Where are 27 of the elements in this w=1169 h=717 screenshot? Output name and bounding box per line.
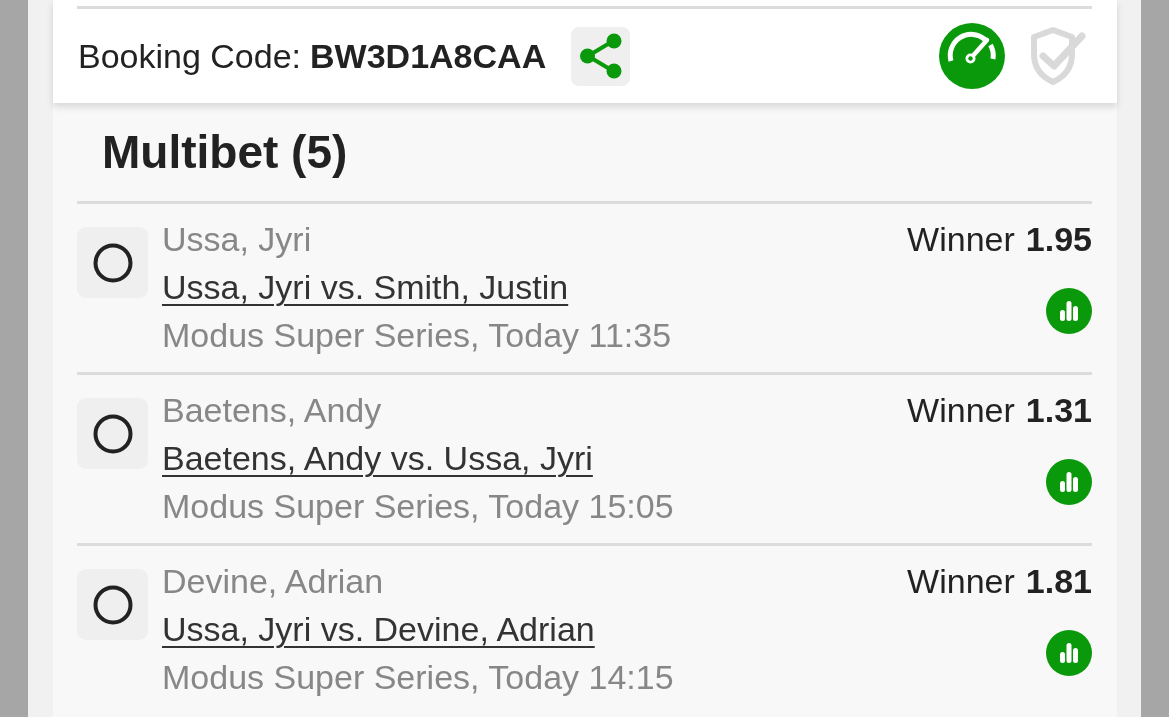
- market-name: Winner: [907, 219, 1015, 260]
- market-name: Winner: [907, 390, 1015, 431]
- bar-chart-icon[interactable]: [1046, 288, 1092, 334]
- share-icon: [578, 33, 623, 79]
- booking-code-label: Booking Code:: [78, 36, 302, 76]
- share-button[interactable]: [571, 26, 631, 86]
- event-info: Modus Super Series, Today 15:05: [162, 486, 674, 527]
- event-info: Modus Super Series, Today 11:35: [162, 315, 672, 356]
- odds-value: 1.31: [1025, 390, 1092, 431]
- odds-value: 1.81: [1025, 561, 1092, 602]
- bar-chart-icon[interactable]: [1046, 630, 1092, 676]
- match-link[interactable]: Ussa, Jyri vs. Devine, Adrian: [162, 605, 595, 653]
- selection-name: Ussa, Jyri: [162, 219, 312, 260]
- speedometer-icon[interactable]: [939, 23, 1005, 89]
- select-button[interactable]: [77, 398, 148, 469]
- match-link[interactable]: Ussa, Jyri vs. Smith, Justin: [162, 263, 569, 311]
- select-button[interactable]: [77, 569, 148, 640]
- selection-name: Devine, Adrian: [162, 561, 384, 602]
- select-button[interactable]: [77, 227, 148, 298]
- match-link[interactable]: Baetens, Andy vs. Ussa, Jyri: [162, 434, 593, 482]
- market-name: Winner: [907, 561, 1015, 602]
- selection-name: Baetens, Andy: [162, 390, 382, 431]
- section-title: Multibet (5): [101, 125, 349, 180]
- booking-code-value: BW3D1A8CAA: [310, 36, 547, 76]
- bar-chart-icon[interactable]: [1046, 459, 1092, 505]
- event-info: Modus Super Series, Today 14:15: [162, 657, 674, 698]
- odds-value: 1.95: [1025, 219, 1092, 260]
